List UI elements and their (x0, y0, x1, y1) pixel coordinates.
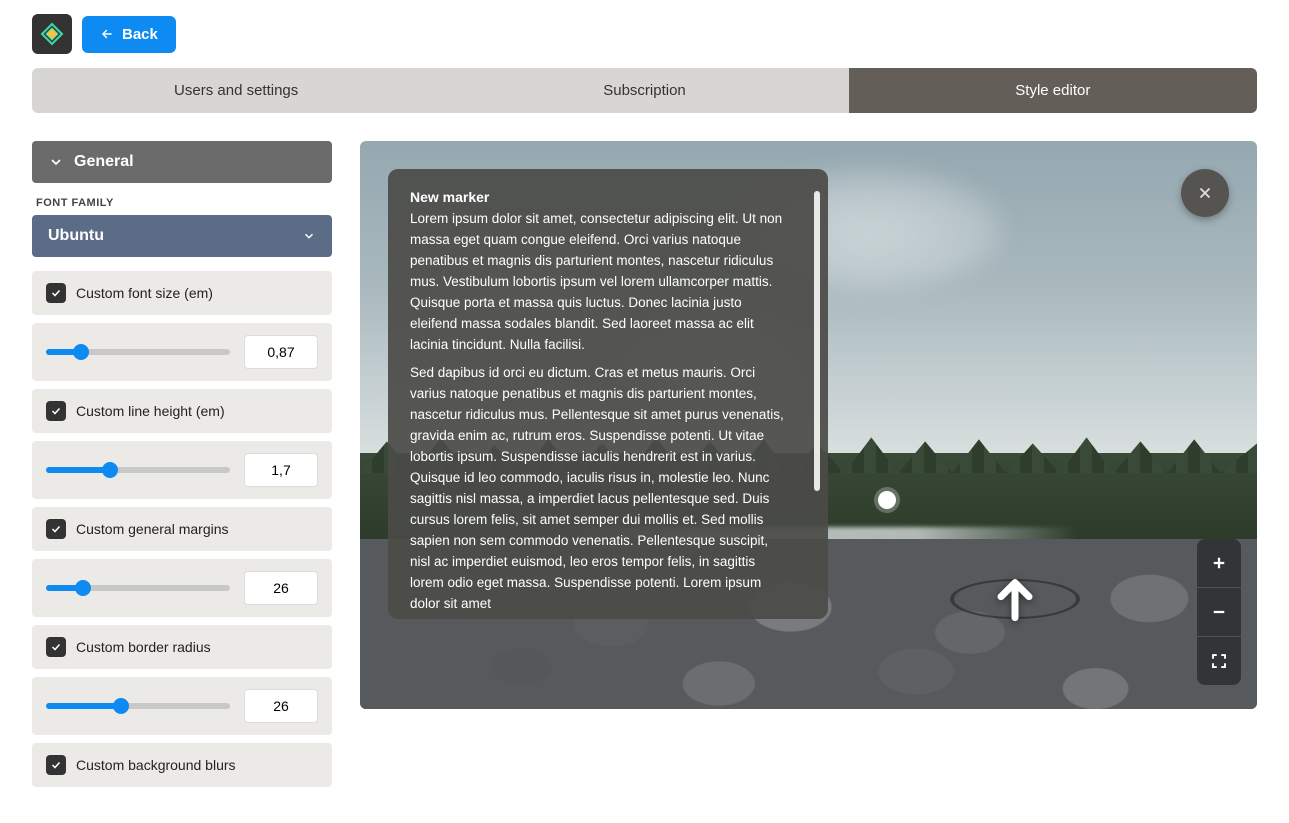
slider-value[interactable]: 0,87 (244, 335, 318, 369)
tab-subscription[interactable]: Subscription (440, 68, 848, 113)
slider-value[interactable]: 26 (244, 689, 318, 723)
option-margins: Custom general margins (32, 507, 332, 551)
marker-title: New marker (410, 189, 806, 205)
nav-forward-arrow[interactable] (950, 559, 1080, 639)
tabs-bar: Users and settings Subscription Style ed… (32, 68, 1257, 113)
slider-track[interactable] (46, 703, 230, 709)
checkbox-line-height[interactable] (46, 401, 66, 421)
scrollbar[interactable] (814, 191, 820, 491)
checkbox-border-radius[interactable] (46, 637, 66, 657)
slider-line-height: 1,7 (32, 441, 332, 499)
option-label: Custom font size (em) (76, 285, 213, 301)
check-icon (50, 523, 62, 535)
fullscreen-button[interactable] (1197, 637, 1241, 685)
option-label: Custom line height (em) (76, 403, 225, 419)
slider-border-radius: 26 (32, 677, 332, 735)
check-icon (50, 287, 62, 299)
option-line-height: Custom line height (em) (32, 389, 332, 433)
option-font-size: Custom font size (em) (32, 271, 332, 315)
marker-paragraph: Lorem ipsum dolor sit amet, consectetur … (410, 209, 788, 355)
option-label: Custom general margins (76, 521, 229, 537)
option-background-blurs: Custom background blurs (32, 743, 332, 787)
tab-users-settings[interactable]: Users and settings (32, 68, 440, 113)
chevron-down-icon (48, 154, 64, 170)
slider-track[interactable] (46, 349, 230, 355)
slider-margins: 26 (32, 559, 332, 617)
slider-track[interactable] (46, 585, 230, 591)
check-icon (50, 405, 62, 417)
checkbox-font-size[interactable] (46, 283, 66, 303)
close-marker-button[interactable] (1181, 169, 1229, 217)
back-button[interactable]: Back (82, 16, 176, 53)
checkbox-background-blurs[interactable] (46, 755, 66, 775)
check-icon (50, 641, 62, 653)
section-general-header[interactable]: General (32, 141, 332, 183)
font-family-value: Ubuntu (48, 227, 104, 245)
style-sidebar: General FONT FAMILY Ubuntu Custom font s… (32, 141, 332, 795)
tab-style-editor[interactable]: Style editor (849, 68, 1257, 113)
slider-value[interactable]: 1,7 (244, 453, 318, 487)
zoom-in-button[interactable] (1197, 539, 1241, 587)
marker-tooltip: New marker Lorem ipsum dolor sit amet, c… (388, 169, 828, 619)
preview-panel[interactable]: New marker Lorem ipsum dolor sit amet, c… (360, 141, 1257, 709)
check-icon (50, 759, 62, 771)
slider-font-size: 0,87 (32, 323, 332, 381)
fullscreen-icon (1210, 652, 1228, 670)
zoom-out-button[interactable] (1197, 588, 1241, 636)
section-title: General (74, 153, 134, 171)
arrow-left-icon (100, 27, 114, 41)
slider-value[interactable]: 26 (244, 571, 318, 605)
option-label: Custom border radius (76, 639, 211, 655)
main-area: General FONT FAMILY Ubuntu Custom font s… (0, 113, 1289, 823)
option-label: Custom background blurs (76, 757, 236, 773)
option-border-radius: Custom border radius (32, 625, 332, 669)
slider-track[interactable] (46, 467, 230, 473)
app-logo (32, 14, 72, 54)
chevron-down-icon (302, 229, 316, 243)
top-bar: Back (0, 0, 1289, 68)
checkbox-margins[interactable] (46, 519, 66, 539)
marker-body: Lorem ipsum dolor sit amet, consectetur … (410, 209, 806, 615)
font-family-label: FONT FAMILY (32, 197, 332, 209)
font-family-dropdown[interactable]: Ubuntu (32, 215, 332, 257)
plus-icon (1210, 554, 1228, 572)
hotspot-marker[interactable] (878, 491, 896, 509)
back-label: Back (122, 26, 158, 43)
viewer-controls (1197, 539, 1241, 685)
marker-paragraph: Sed dapibus id orci eu dictum. Cras et m… (410, 363, 788, 614)
minus-icon (1210, 603, 1228, 621)
arrow-up-icon (987, 571, 1043, 627)
close-icon (1196, 184, 1214, 202)
